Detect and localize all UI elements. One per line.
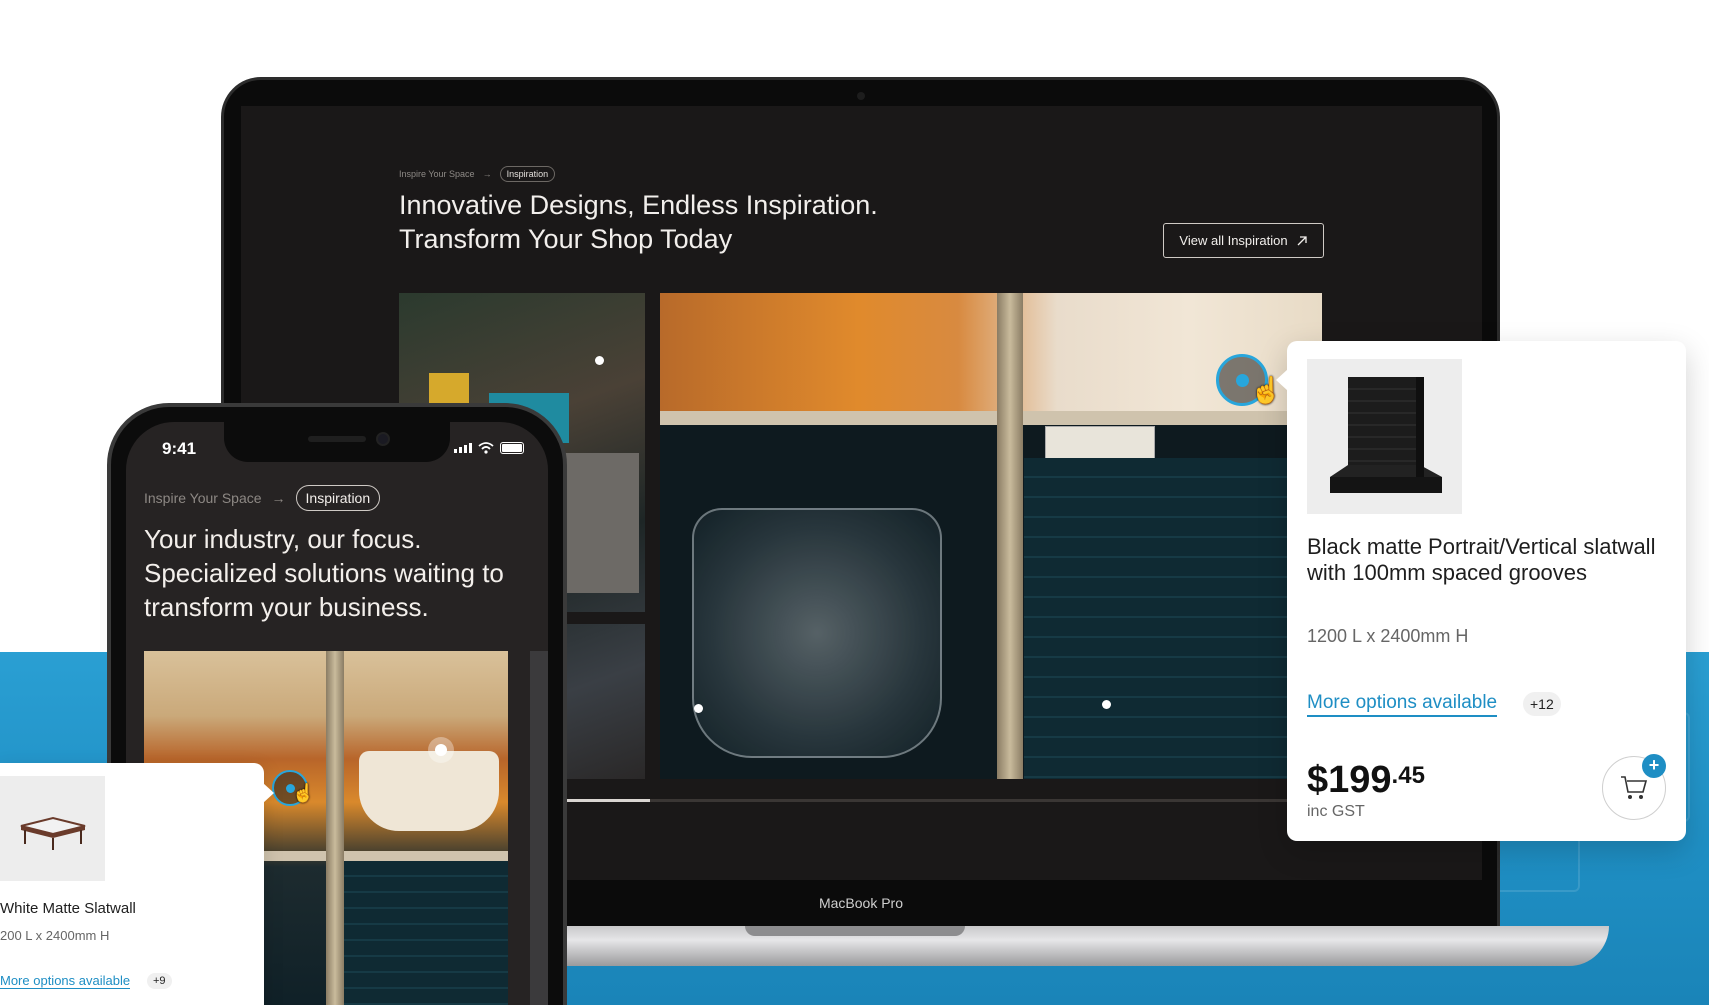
wifi-icon (478, 442, 494, 454)
breadcrumb-parent[interactable]: Inspire Your Space (144, 490, 262, 506)
laptop-camera (857, 92, 865, 100)
stacked-buckets (692, 508, 942, 758)
product-thumbnail[interactable] (1307, 359, 1462, 514)
phone-next-image-peek[interactable] (530, 651, 548, 1005)
breadcrumb: Inspire Your Space → Inspiration (399, 166, 556, 182)
status-time: 9:41 (162, 439, 197, 458)
phone-breadcrumb: Inspire Your Space → Inspiration (144, 485, 381, 511)
stacked-trays (1024, 458, 1322, 779)
price-tag (1045, 426, 1155, 460)
cart-icon (1621, 776, 1648, 799)
device-label: MacBook Pro (818, 895, 904, 911)
shelf-upright (326, 651, 344, 1005)
hotspot-core (435, 744, 447, 756)
stacked-trays (344, 861, 508, 1005)
signal-icon (454, 443, 472, 453)
options-count-badge: +12 (1523, 692, 1561, 716)
tax-note: inc GST (1307, 803, 1365, 820)
mini-product-dimensions: 200 L x 2400mm H (0, 928, 110, 943)
page-title-line: Transform Your Shop Today (399, 224, 733, 254)
hotspot[interactable] (694, 704, 703, 713)
hotspot[interactable] (428, 737, 454, 763)
laptop-notch (745, 926, 965, 936)
breadcrumb-current[interactable]: Inspiration (499, 166, 556, 182)
inspiration-image-main[interactable]: ☝ (660, 293, 1322, 779)
breadcrumb-arrow-icon: → (271, 490, 286, 506)
breadcrumb-arrow-icon: → (482, 169, 492, 179)
carousel-progress[interactable] (567, 799, 1322, 802)
breadcrumb-current[interactable]: Inspiration (295, 485, 381, 511)
mini-more-options-link[interactable]: More options available (0, 973, 131, 989)
price-cents: .45 (1391, 762, 1425, 789)
slatwall-product-image (1329, 376, 1442, 493)
hand-cursor-icon: ☝ (292, 783, 315, 803)
product-popup: Black matte Portrait/Vertical slatwall w… (1276, 341, 1686, 841)
product-title[interactable]: Black matte Portrait/Vertical slatwall w… (1307, 534, 1667, 586)
breadcrumb-parent[interactable]: Inspire Your Space (399, 169, 475, 179)
product-dimensions: 1200 L x 2400mm H (1307, 626, 1469, 646)
mini-product-thumbnail[interactable] (0, 776, 105, 881)
price-dollars: $199 (1307, 759, 1392, 801)
speaker (308, 436, 366, 442)
front-camera (376, 432, 390, 446)
add-plus-icon[interactable]: + (1642, 754, 1666, 778)
status-icons (454, 442, 524, 454)
mini-product-popup: White Matte Slatwall 200 L x 2400mm H Mo… (0, 763, 274, 1005)
battery-icon (500, 442, 524, 454)
shelf (660, 411, 1322, 425)
mini-product-title[interactable]: White Matte Slatwall (0, 900, 136, 917)
product-price: $199.45 (1307, 759, 1425, 802)
shelf-upright (997, 293, 1023, 779)
view-all-label: View all Inspiration (1179, 233, 1288, 248)
stage: Inspire Your Space → Inspiration Innovat… (0, 0, 1709, 1005)
hotspot[interactable] (1102, 700, 1111, 709)
phone-page-title: Your industry, our focus. Specialized so… (144, 524, 504, 622)
page-title: Innovative Designs, Endless Inspiration.… (399, 188, 919, 256)
arrow-up-right-icon (1297, 235, 1307, 245)
page-title-line: Innovative Designs, Endless Inspiration. (399, 190, 878, 220)
table-product-image (20, 816, 85, 850)
mini-options-count-badge: +9 (147, 973, 172, 989)
hotspot-core (1235, 373, 1249, 387)
phone-notch (224, 422, 450, 462)
hotspot[interactable] (595, 356, 604, 365)
more-options-link[interactable]: More options available (1307, 692, 1498, 717)
shelf-object (359, 751, 499, 831)
carousel-progress-fill (567, 799, 651, 802)
view-all-inspiration-button[interactable]: View all Inspiration (1163, 223, 1324, 258)
